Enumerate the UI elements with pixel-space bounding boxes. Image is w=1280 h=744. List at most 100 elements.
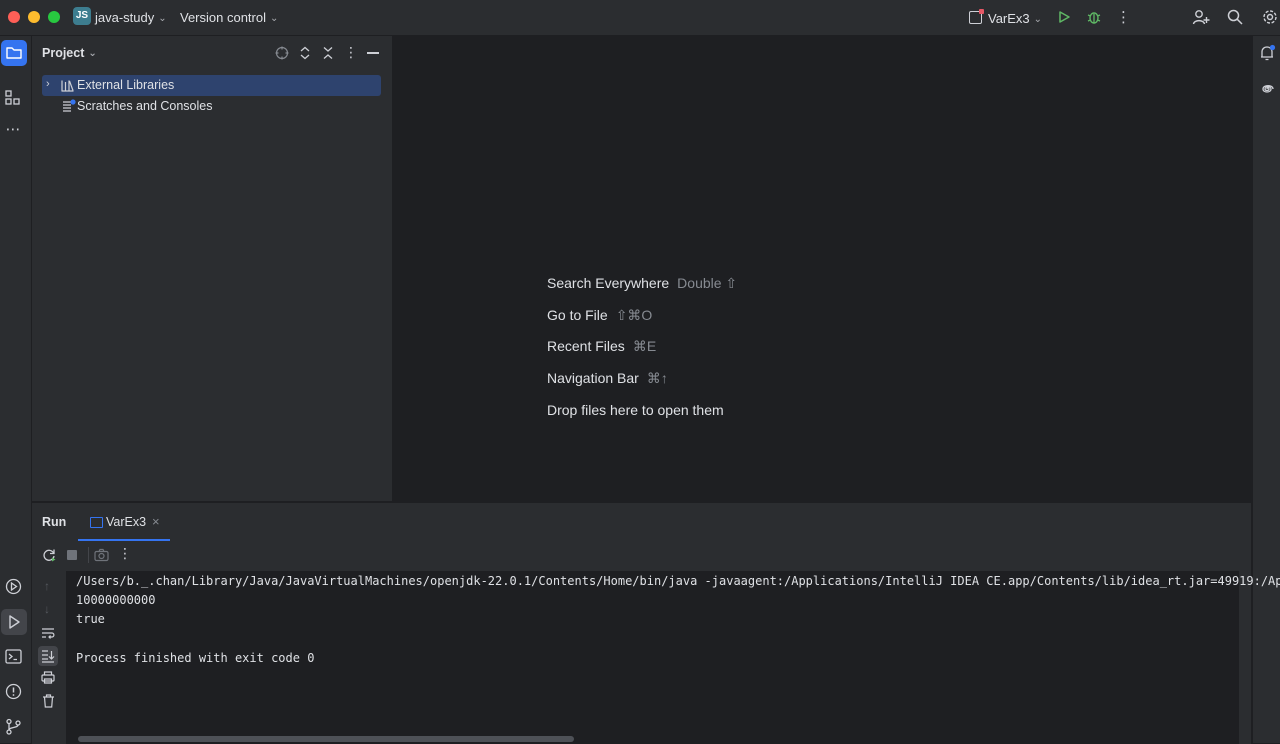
hint-navigation-bar: Navigation Bar ⌘↑ — [547, 370, 668, 387]
collapse-icon — [323, 47, 333, 59]
left-tool-strip: ⋯ — [0, 36, 32, 743]
tree-item-scratches[interactable]: Scratches and Consoles — [42, 96, 381, 117]
console-line: true — [76, 612, 105, 626]
chevron-right-icon[interactable]: › — [46, 78, 50, 90]
git-tool-button[interactable] — [5, 718, 22, 738]
hint-label: Search Everywhere — [547, 275, 670, 291]
hint-recent-files: Recent Files ⌘E — [547, 338, 656, 355]
chevron-down-icon: ⌄ — [270, 13, 279, 24]
project-switcher[interactable]: java-study ⌄ — [95, 10, 167, 25]
right-tool-strip — [1252, 36, 1280, 743]
play-icon — [9, 615, 20, 629]
tree-item-external-libraries[interactable]: › External Libraries — [42, 75, 381, 96]
run-tool-button[interactable] — [1, 609, 27, 635]
print-button[interactable] — [41, 671, 55, 687]
console-line: 10000000000 — [76, 593, 156, 607]
project-badge: JS — [73, 7, 91, 25]
console-line: /Users/b._.chan/Library/Java/JavaVirtual… — [76, 574, 1280, 588]
run-panel: Run VarEx3 × ⋮ ↑ ↓ /Users/b._.chan/Libra… — [32, 502, 1280, 744]
collapse-all-button[interactable] — [322, 46, 334, 63]
camera-icon — [94, 548, 109, 562]
soft-wrap-icon — [42, 628, 55, 639]
run-button[interactable] — [1057, 10, 1071, 27]
scroll-down-icon[interactable]: ↓ — [38, 602, 56, 616]
expand-all-button[interactable] — [299, 46, 311, 63]
chevron-down-icon: ⌄ — [88, 48, 97, 59]
close-window-button[interactable] — [8, 11, 20, 23]
hint-shortcut: ⌘E — [632, 338, 657, 354]
problems-icon — [5, 683, 22, 700]
chevron-down-icon: ⌄ — [158, 13, 167, 24]
project-panel: Project ⌄ ⋮ › External Libraries Scratche… — [32, 36, 393, 501]
gear-icon — [1263, 10, 1277, 24]
vcs-label: Version control — [180, 10, 266, 25]
console-icon — [90, 517, 103, 528]
title-bar: JS java-study ⌄ Version control ⌄ VarEx3 ⌄ … — [0, 0, 1280, 36]
rerun-button[interactable] — [42, 548, 56, 565]
run-config-label: VarEx3 — [988, 11, 1030, 26]
java-class-icon — [969, 9, 984, 24]
minimize-window-button[interactable] — [28, 11, 40, 23]
more-actions-icon[interactable]: ⋮ — [1116, 8, 1131, 26]
play-icon — [1059, 11, 1070, 23]
project-view-dropdown[interactable]: Project ⌄ — [42, 46, 97, 60]
hint-label: Go to File — [547, 307, 608, 323]
scroll-to-end-button[interactable] — [38, 646, 58, 666]
branch-icon — [6, 718, 21, 735]
services-icon — [5, 578, 22, 595]
services-tool-button[interactable] — [5, 578, 22, 598]
console-line: Process finished with exit code 0 — [76, 651, 315, 665]
zoom-window-button[interactable] — [48, 11, 60, 23]
notifications-button[interactable] — [1258, 44, 1276, 65]
rerun-icon — [43, 549, 56, 562]
library-icon — [61, 79, 74, 95]
panel-options-icon[interactable]: ⋮ — [344, 44, 358, 61]
project-panel-title: Project — [42, 46, 85, 60]
run-config-selector[interactable]: VarEx3 ⌄ — [969, 9, 1043, 26]
soft-wrap-button[interactable] — [41, 627, 55, 642]
bell-icon — [1261, 44, 1276, 61]
hide-panel-icon[interactable] — [367, 52, 379, 54]
more-options-icon[interactable]: ⋮ — [118, 545, 132, 562]
hint-drop-files: Drop files here to open them — [547, 402, 724, 418]
run-panel-title: Run — [42, 515, 67, 529]
code-with-me-button[interactable] — [1192, 8, 1210, 29]
ai-assistant-button[interactable] — [1258, 80, 1276, 101]
settings-button[interactable] — [1262, 9, 1278, 28]
terminal-tool-button[interactable] — [5, 648, 22, 668]
run-tab-varex3[interactable]: VarEx3 × — [78, 509, 170, 541]
horizontal-scrollbar[interactable] — [78, 736, 574, 742]
close-tab-icon[interactable]: × — [152, 514, 160, 529]
vcs-menu[interactable]: Version control ⌄ — [180, 10, 278, 25]
problems-tool-button[interactable] — [5, 683, 22, 703]
spiral-icon — [1262, 84, 1274, 93]
hint-go-to-file: Go to File ⇧⌘O — [547, 307, 652, 324]
more-tools-icon[interactable]: ⋯ — [4, 120, 22, 138]
project-tool-button[interactable] — [1, 40, 27, 66]
editor-empty-state: Search Everywhere Double ⇧ Go to File ⇧⌘O … — [393, 36, 1251, 501]
scroll-to-end-icon — [42, 650, 55, 663]
chevron-down-icon: ⌄ — [1033, 14, 1043, 25]
scratches-icon — [62, 99, 76, 115]
run-tab-label: VarEx3 — [106, 515, 147, 529]
toolbar-divider — [88, 547, 89, 563]
folder-icon — [6, 47, 22, 59]
debug-button[interactable] — [1086, 9, 1102, 28]
structure-icon — [5, 90, 20, 105]
locate-file-button[interactable] — [275, 46, 289, 63]
hint-search-everywhere: Search Everywhere Double ⇧ — [547, 275, 737, 292]
tree-item-label: External Libraries — [77, 78, 175, 92]
project-name: java-study — [95, 10, 155, 25]
console-output[interactable]: /Users/b._.chan/Library/Java/JavaVirtual… — [66, 571, 1280, 744]
terminal-icon — [5, 649, 22, 664]
printer-icon — [41, 671, 55, 684]
structure-tool-button[interactable] — [5, 90, 21, 109]
hint-label: Drop files here to open them — [547, 402, 724, 418]
hint-shortcut: ⇧⌘O — [615, 307, 653, 323]
search-button[interactable] — [1227, 9, 1243, 28]
trash-icon — [43, 694, 54, 708]
clear-all-button[interactable] — [42, 694, 55, 711]
scroll-up-icon[interactable]: ↑ — [38, 579, 56, 593]
stop-icon[interactable] — [67, 550, 77, 560]
screenshot-button[interactable] — [94, 548, 109, 565]
